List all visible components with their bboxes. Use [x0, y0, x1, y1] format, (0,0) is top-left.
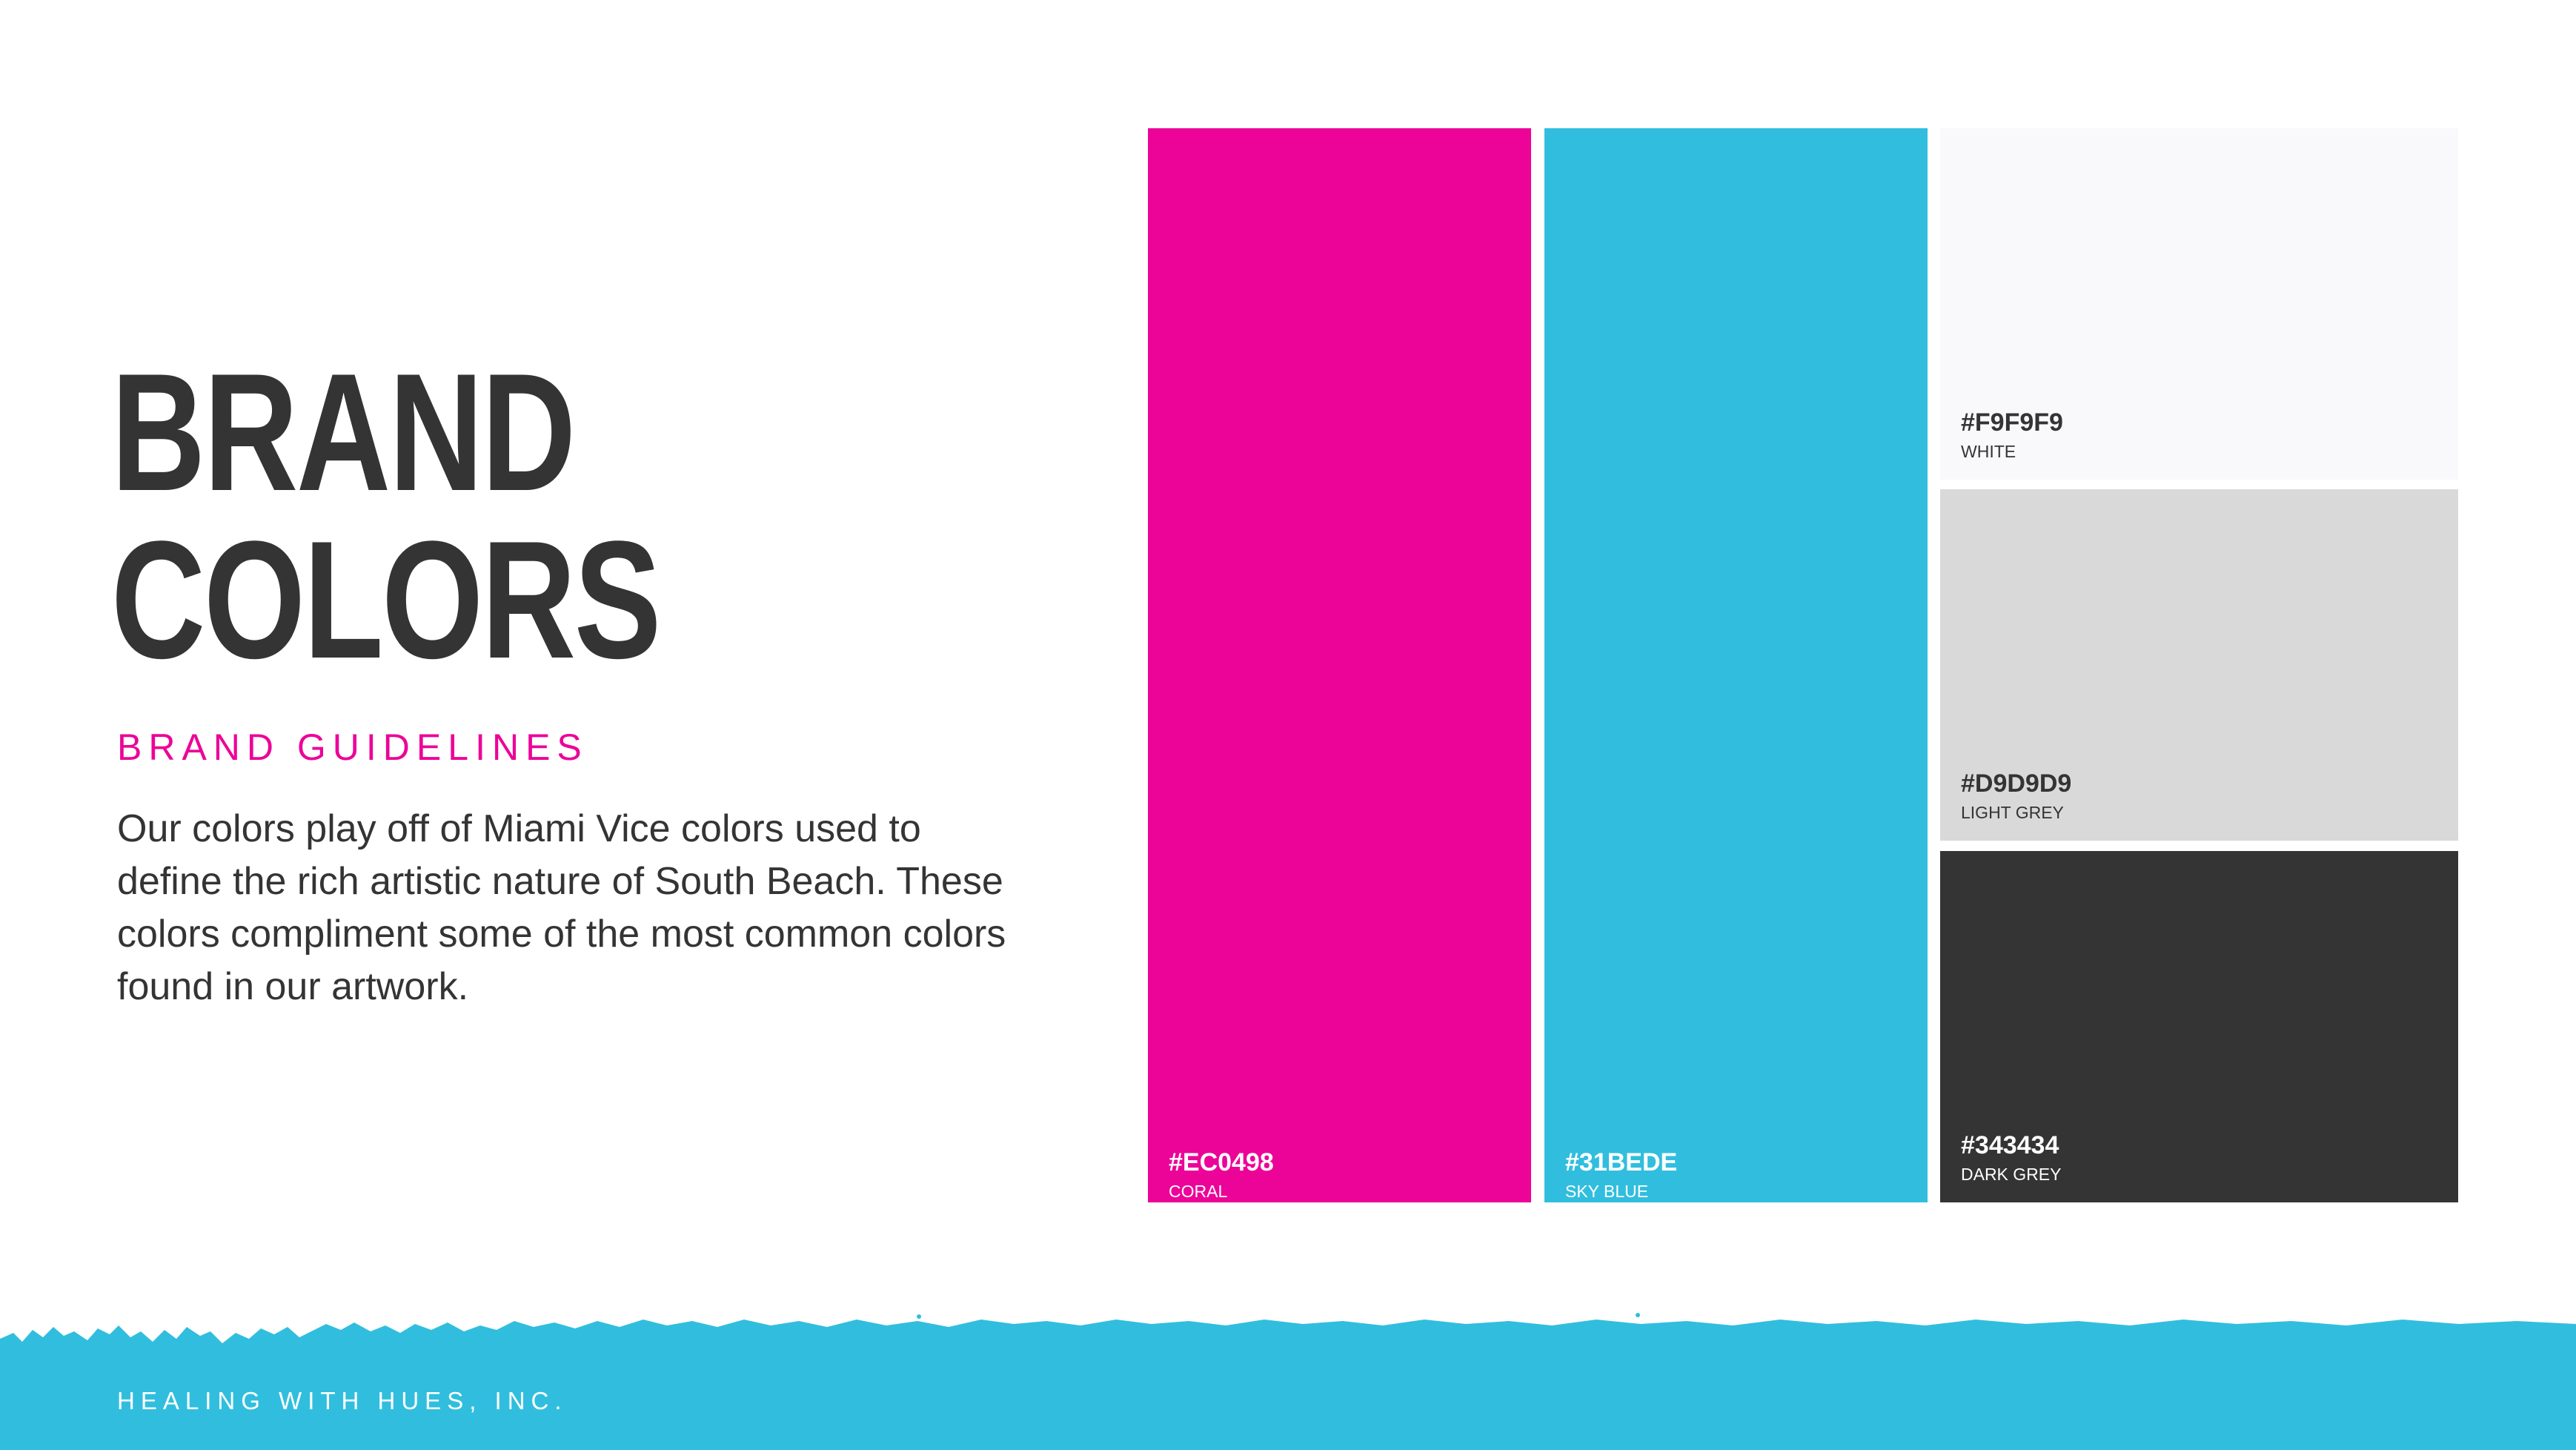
swatch-hex: #343434	[1961, 1131, 2059, 1159]
footer-band	[0, 1305, 2576, 1450]
swatch-sky-blue: #31BEDE SKY BLUE	[1544, 128, 1928, 1202]
swatch-hex: #31BEDE	[1565, 1148, 1678, 1176]
section-subtitle: BRAND GUIDELINES	[117, 726, 588, 768]
title-line-1: BRAND	[111, 338, 576, 526]
swatch-name: WHITE	[1961, 442, 2016, 461]
swatch-name: LIGHT GREY	[1961, 803, 2064, 822]
swatch-coral: #EC0498 CORAL	[1148, 128, 1531, 1202]
swatch-dark-grey: #343434 DARK GREY	[1940, 851, 2458, 1202]
swatch-name: DARK GREY	[1961, 1165, 2062, 1184]
company-name: HEALING WITH HUES, INC.	[117, 1387, 568, 1414]
swatch-hex: #D9D9D9	[1961, 769, 2072, 798]
swatch-hex: #F9F9F9	[1961, 408, 2063, 437]
swatch-hex: #EC0498	[1169, 1148, 1274, 1176]
swatch-light-grey: #D9D9D9 LIGHT GREY	[1940, 489, 2458, 841]
swatch-white: #F9F9F9 WHITE	[1940, 128, 2458, 480]
paint-stroke-graphic	[0, 1313, 2576, 1450]
description-text: Our colors play off of Miami Vice colors…	[117, 807, 1006, 1008]
swatch-name: SKY BLUE	[1565, 1182, 1649, 1201]
title-line-2: COLORS	[111, 506, 661, 693]
page-title: BRAND COLORS	[111, 338, 661, 693]
swatch-name: CORAL	[1169, 1182, 1228, 1201]
